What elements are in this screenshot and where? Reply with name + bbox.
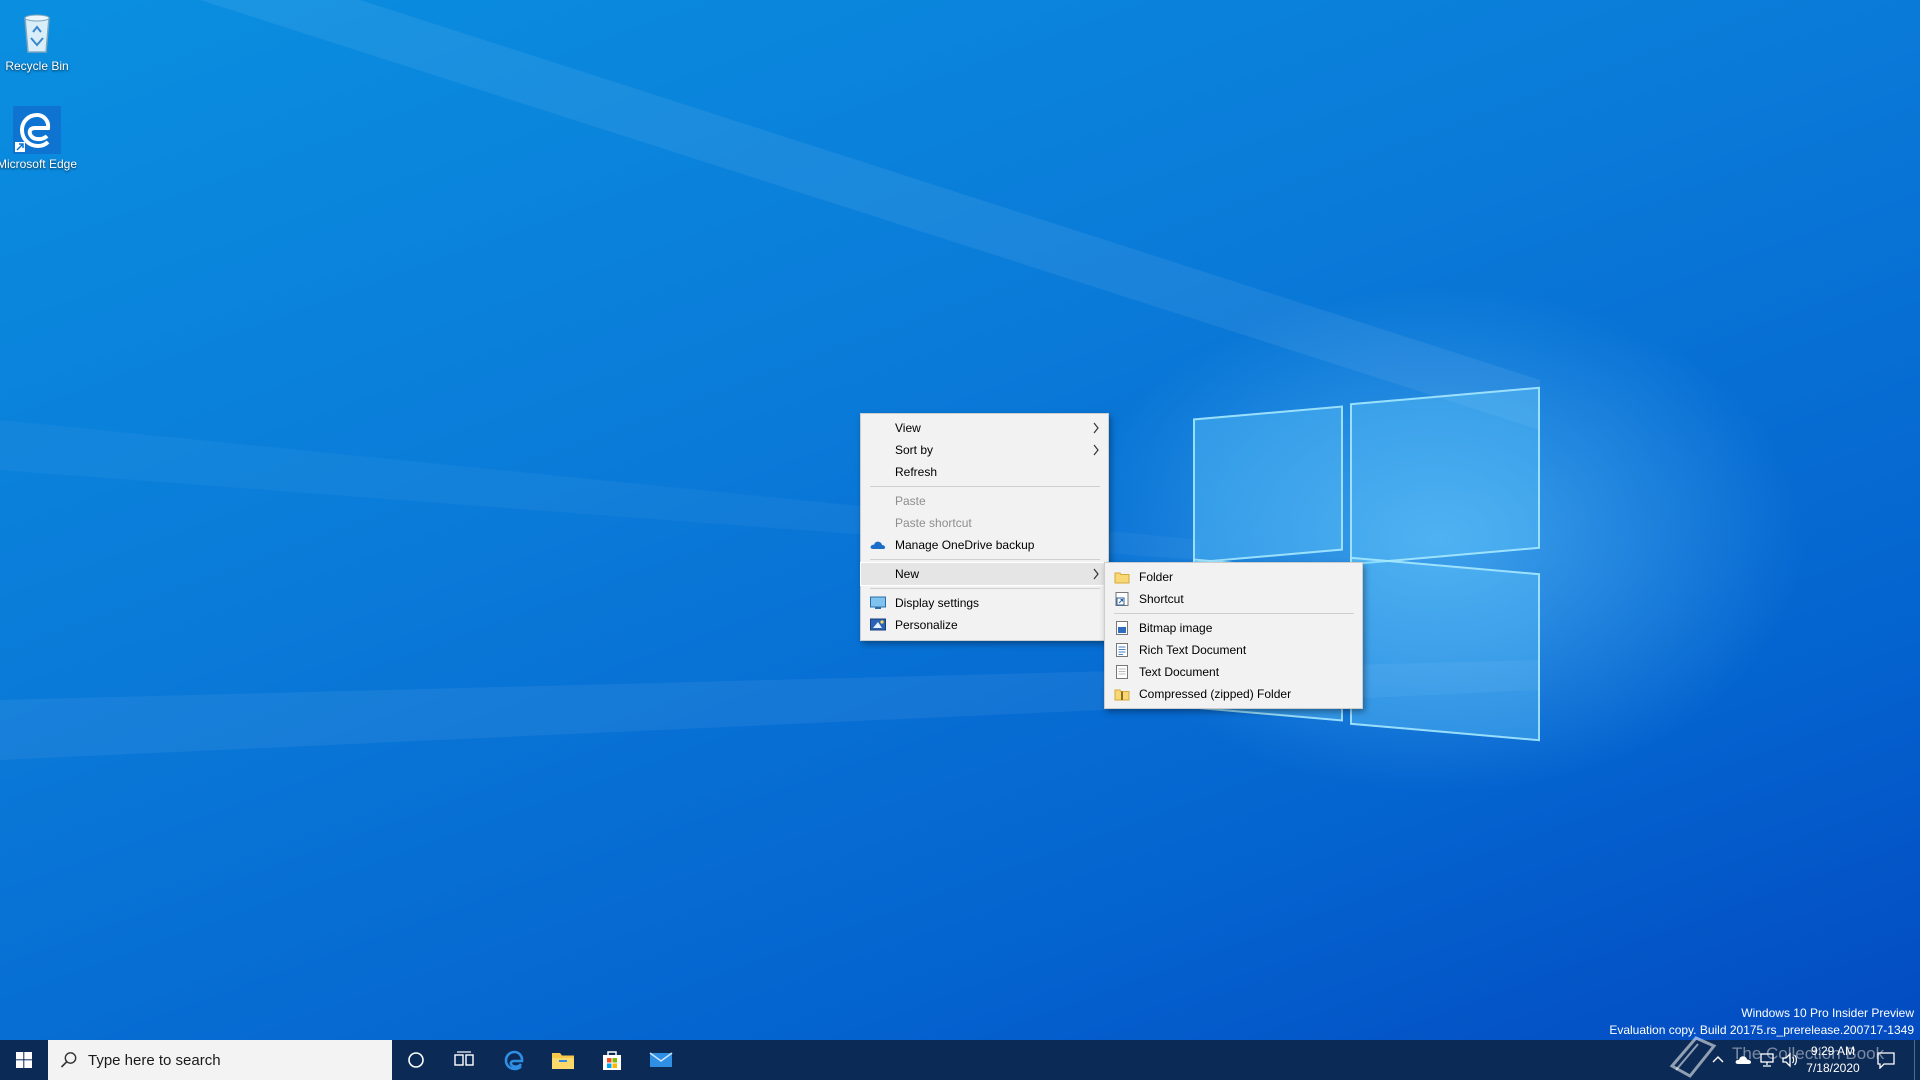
menu-item-label: Rich Text Document — [1139, 643, 1247, 657]
menu-separator — [870, 486, 1100, 487]
submenu-item-rich-text-document[interactable]: Rich Text Document — [1105, 639, 1362, 661]
search-icon — [60, 1052, 77, 1068]
menu-item-label: Bitmap image — [1139, 621, 1213, 635]
store-bag-icon — [603, 1051, 621, 1070]
menu-separator — [870, 588, 1100, 589]
personalize-icon — [870, 618, 886, 631]
menu-separator — [870, 559, 1100, 560]
taskbar-store-button[interactable] — [588, 1040, 636, 1080]
taskbar-clock[interactable]: 9:29 AM 7/18/2020 — [1790, 1043, 1876, 1077]
collection-book-logo-icon — [1669, 1036, 1717, 1078]
menu-item-label: Paste shortcut — [895, 516, 972, 530]
edge-icon — [504, 1050, 524, 1071]
clock-time: 9:29 AM — [1810, 1044, 1856, 1058]
desktop-icon-label: Recycle Bin — [5, 59, 69, 73]
display-icon — [870, 596, 886, 609]
submenu-item-compressed-folder[interactable]: Compressed (zipped) Folder — [1105, 683, 1362, 705]
submenu-item-bitmap-image[interactable]: Bitmap image — [1105, 617, 1362, 639]
menu-item-label: New — [895, 567, 920, 581]
task-view-icon — [454, 1051, 474, 1066]
desktop-icon-recycle-bin[interactable]: Recycle Bin — [0, 8, 80, 73]
edge-icon — [13, 106, 61, 154]
watermark-edition: Windows 10 Pro Insider Preview — [1741, 1006, 1914, 1020]
menu-item-display-settings[interactable]: Display settings — [861, 592, 1108, 614]
menu-item-label: Folder — [1139, 570, 1174, 584]
recycle-bin-icon — [24, 14, 50, 53]
show-desktop-button[interactable] — [1914, 1040, 1920, 1080]
menu-item-label: Refresh — [895, 465, 938, 479]
shortcut-icon — [1115, 592, 1129, 606]
wallpaper-logo-pane-top-right — [1350, 386, 1540, 566]
rich-text-icon — [1116, 643, 1128, 657]
menu-item-new[interactable]: New — [860, 562, 1109, 586]
file-explorer-icon — [552, 1053, 574, 1069]
chevron-right-icon — [1093, 422, 1099, 434]
menu-item-refresh[interactable]: Refresh — [861, 461, 1108, 483]
show-hidden-icons-chevron-icon[interactable] — [1712, 1054, 1724, 1064]
desktop-icon-label: Microsoft Edge — [0, 157, 78, 171]
wallpaper-logo-pane-top-left — [1193, 405, 1343, 564]
taskbar: Type here to search The Collection Book … — [0, 1036, 1920, 1080]
onedrive-cloud-icon — [870, 541, 886, 549]
taskbar-file-explorer-button[interactable] — [539, 1040, 587, 1080]
menu-item-label: Display settings — [895, 596, 980, 610]
chevron-right-icon — [1093, 568, 1099, 580]
folder-icon — [1114, 572, 1130, 584]
onedrive-tray-icon[interactable] — [1735, 1053, 1753, 1065]
menu-item-sort-by[interactable]: Sort by — [861, 439, 1108, 461]
menu-item-label: Compressed (zipped) Folder — [1139, 687, 1292, 701]
chevron-right-icon — [1093, 444, 1099, 456]
taskbar-edge-button[interactable] — [490, 1040, 538, 1080]
menu-item-manage-onedrive-backup[interactable]: Manage OneDrive backup — [861, 534, 1108, 556]
menu-item-personalize[interactable]: Personalize — [861, 614, 1108, 636]
menu-item-view[interactable]: View — [861, 417, 1108, 439]
windows-logo-icon — [16, 1052, 32, 1068]
submenu-item-folder[interactable]: Folder — [1105, 566, 1362, 588]
bitmap-icon — [1116, 621, 1128, 635]
menu-item-label: Paste — [895, 494, 926, 508]
menu-item-label: Personalize — [895, 618, 958, 632]
text-document-icon — [1116, 665, 1128, 679]
desktop-context-menu: View Sort by Refresh Paste Paste shortcu… — [860, 413, 1109, 641]
cortana-button[interactable] — [392, 1040, 440, 1080]
menu-item-label: View — [895, 421, 921, 435]
taskbar-search-box[interactable]: Type here to search — [48, 1040, 392, 1080]
start-button[interactable] — [0, 1040, 48, 1080]
network-icon[interactable] — [1758, 1052, 1776, 1068]
new-submenu: Folder Shortcut Bitmap image Rich Text D… — [1104, 562, 1363, 709]
menu-item-paste-shortcut: Paste shortcut — [861, 512, 1108, 534]
menu-item-paste: Paste — [861, 490, 1108, 512]
task-view-button[interactable] — [440, 1040, 488, 1080]
search-placeholder: Type here to search — [88, 1051, 221, 1069]
menu-item-label: Sort by — [895, 443, 934, 457]
submenu-item-shortcut[interactable]: Shortcut — [1105, 588, 1362, 610]
clock-date: 7/18/2020 — [1806, 1061, 1860, 1075]
wallpaper-logo-pane-bottom-right — [1350, 556, 1540, 742]
mail-icon — [649, 1052, 673, 1067]
submenu-item-text-document[interactable]: Text Document — [1105, 661, 1362, 683]
action-center-notification-icon[interactable] — [1876, 1051, 1896, 1069]
cortana-circle-icon — [408, 1052, 424, 1068]
build-watermark: Windows 10 Pro Insider Preview Evaluatio… — [1609, 1005, 1914, 1039]
menu-item-label: Text Document — [1139, 665, 1220, 679]
zip-folder-icon — [1114, 689, 1130, 701]
menu-item-label: Manage OneDrive backup — [895, 538, 1035, 552]
menu-separator — [1114, 613, 1354, 614]
desktop-icon-microsoft-edge[interactable]: Microsoft Edge — [0, 106, 80, 171]
menu-item-label: Shortcut — [1139, 592, 1184, 606]
watermark-build: Evaluation copy. Build 20175.rs_prerelea… — [1609, 1023, 1914, 1037]
taskbar-mail-button[interactable] — [637, 1040, 685, 1080]
